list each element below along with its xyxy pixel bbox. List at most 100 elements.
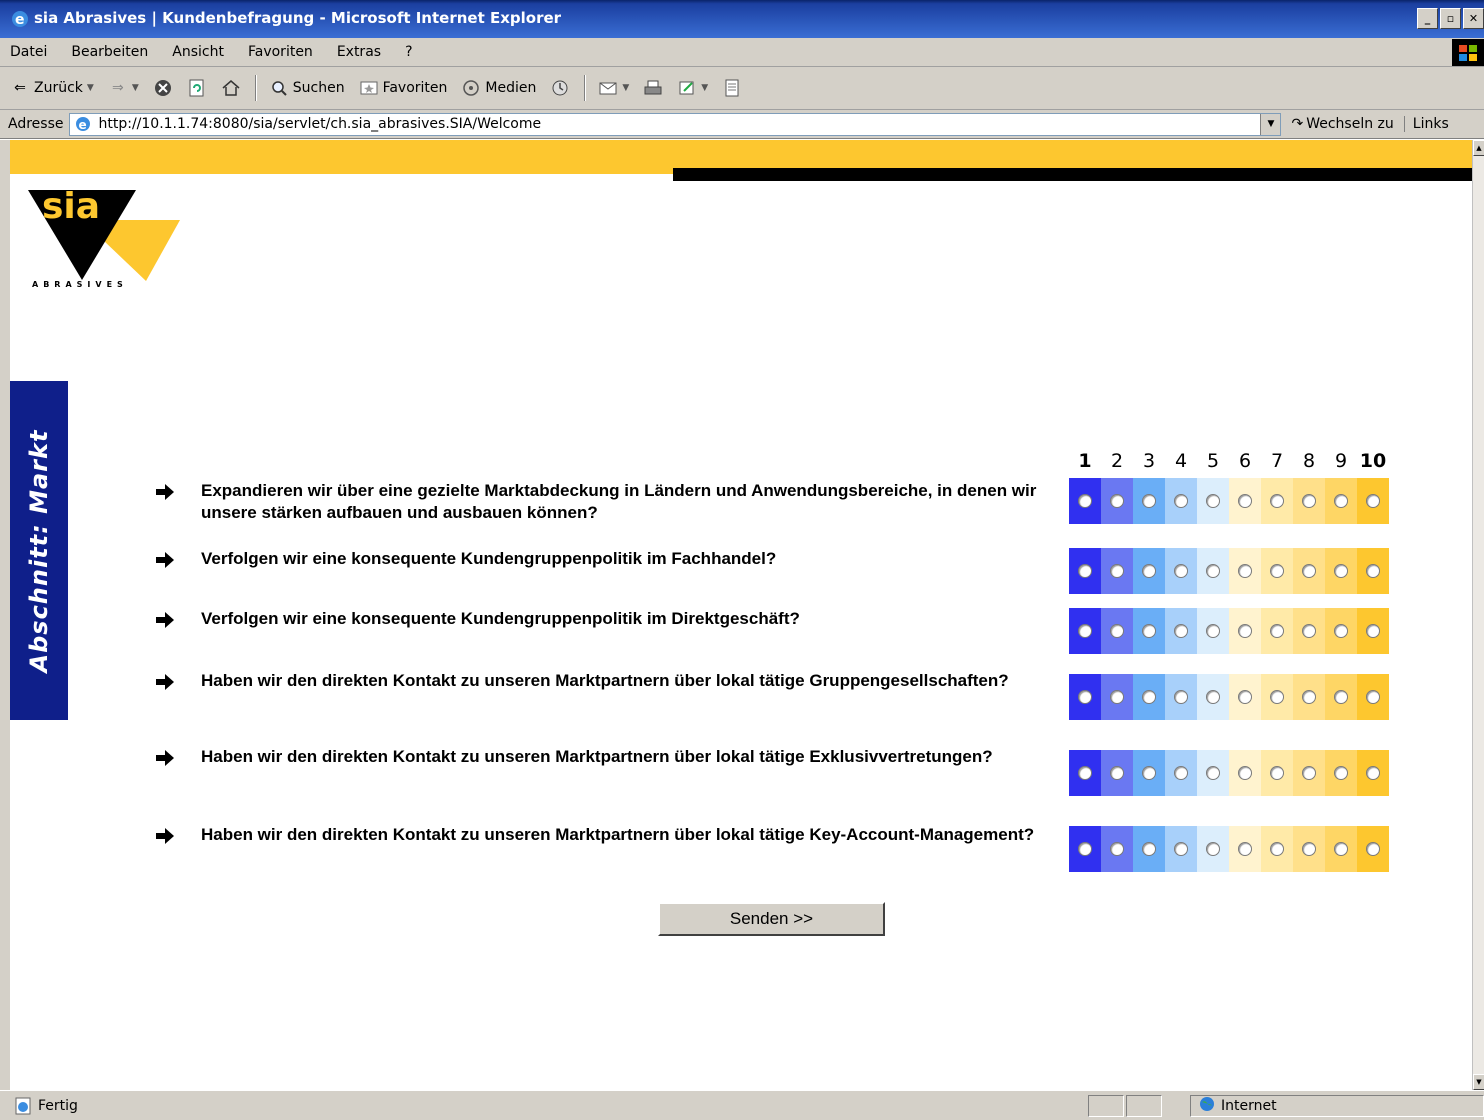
- rating-radio-5[interactable]: [1206, 766, 1220, 780]
- address-input[interactable]: e http://10.1.1.74:8080/sia/servlet/ch.s…: [69, 112, 1282, 136]
- rating-radio-6[interactable]: [1238, 690, 1252, 704]
- close-button[interactable]: ✕: [1463, 8, 1484, 29]
- history-button[interactable]: [550, 78, 570, 98]
- rating-radio-7[interactable]: [1270, 766, 1284, 780]
- rating-radio-10[interactable]: [1366, 766, 1380, 780]
- rating-radio-2[interactable]: [1110, 766, 1124, 780]
- rating-radio-6[interactable]: [1238, 564, 1252, 578]
- rating-radio-8[interactable]: [1302, 690, 1316, 704]
- rating-radio-1[interactable]: [1078, 690, 1092, 704]
- rating-radio-10[interactable]: [1366, 494, 1380, 508]
- rating-radio-5[interactable]: [1206, 564, 1220, 578]
- rating-radio-9[interactable]: [1334, 494, 1348, 508]
- edit-button[interactable]: ▼: [677, 78, 708, 98]
- rating-cell: [1293, 674, 1325, 720]
- rating-radio-9[interactable]: [1334, 624, 1348, 638]
- rating-radio-10[interactable]: [1366, 624, 1380, 638]
- rating-radio-8[interactable]: [1302, 564, 1316, 578]
- rating-radio-1[interactable]: [1078, 494, 1092, 508]
- rating-radio-5[interactable]: [1206, 494, 1220, 508]
- rating-radio-4[interactable]: [1174, 690, 1188, 704]
- rating-radio-1[interactable]: [1078, 842, 1092, 856]
- rating-radio-3[interactable]: [1142, 494, 1156, 508]
- rating-radio-8[interactable]: [1302, 494, 1316, 508]
- stop-button[interactable]: [153, 78, 173, 98]
- menu-help[interactable]: ?: [405, 44, 412, 60]
- go-button[interactable]: ↷ Wechseln zu: [1291, 116, 1393, 132]
- rating-radio-2[interactable]: [1110, 842, 1124, 856]
- arrow-right-icon: [155, 551, 175, 569]
- refresh-button[interactable]: [187, 78, 207, 98]
- rating-radio-3[interactable]: [1142, 766, 1156, 780]
- rating-radio-2[interactable]: [1110, 564, 1124, 578]
- menu-datei[interactable]: Datei: [10, 44, 47, 60]
- maximize-button[interactable]: ▫: [1440, 8, 1461, 29]
- rating-radio-7[interactable]: [1270, 842, 1284, 856]
- home-icon: [221, 78, 241, 98]
- menu-favoriten[interactable]: Favoriten: [248, 44, 313, 60]
- rating-radio-9[interactable]: [1334, 766, 1348, 780]
- vertical-scrollbar[interactable]: ▲ ▼: [1472, 140, 1484, 1090]
- rating-radio-3[interactable]: [1142, 624, 1156, 638]
- rating-radio-3[interactable]: [1142, 564, 1156, 578]
- rating-cell: [1101, 608, 1133, 654]
- minimize-button[interactable]: _: [1417, 8, 1438, 29]
- print-button[interactable]: [643, 78, 663, 98]
- rating-radio-7[interactable]: [1270, 624, 1284, 638]
- rating-radio-9[interactable]: [1334, 842, 1348, 856]
- rating-radio-8[interactable]: [1302, 766, 1316, 780]
- rating-cell: [1101, 750, 1133, 796]
- mail-button[interactable]: ▼: [598, 78, 629, 98]
- scroll-down-icon[interactable]: ▼: [1473, 1074, 1484, 1090]
- menu-ansicht[interactable]: Ansicht: [172, 44, 224, 60]
- media-button[interactable]: Medien: [461, 78, 536, 98]
- rating-radio-1[interactable]: [1078, 564, 1092, 578]
- rating-radio-6[interactable]: [1238, 624, 1252, 638]
- rating-radio-4[interactable]: [1174, 766, 1188, 780]
- rating-radio-5[interactable]: [1206, 624, 1220, 638]
- rating-radio-1[interactable]: [1078, 624, 1092, 638]
- rating-radio-4[interactable]: [1174, 494, 1188, 508]
- favorites-button[interactable]: Favoriten: [359, 78, 447, 98]
- discuss-button[interactable]: [722, 78, 742, 98]
- rating-radio-1[interactable]: [1078, 766, 1092, 780]
- rating-radio-9[interactable]: [1334, 564, 1348, 578]
- forward-button[interactable]: ⇒ ▼: [108, 78, 139, 98]
- address-dropdown-icon[interactable]: ▼: [1260, 113, 1281, 135]
- rating-radio-8[interactable]: [1302, 842, 1316, 856]
- rating-radio-6[interactable]: [1238, 494, 1252, 508]
- menu-bearbeiten[interactable]: Bearbeiten: [71, 44, 148, 60]
- home-button[interactable]: [221, 78, 241, 98]
- rating-radio-3[interactable]: [1142, 690, 1156, 704]
- rating-radio-3[interactable]: [1142, 842, 1156, 856]
- rating-radio-7[interactable]: [1270, 690, 1284, 704]
- forward-arrow-icon: ⇒: [111, 80, 124, 96]
- scale-number: 1: [1078, 450, 1092, 472]
- rating-radio-6[interactable]: [1238, 842, 1252, 856]
- rating-radio-4[interactable]: [1174, 624, 1188, 638]
- rating-radio-9[interactable]: [1334, 690, 1348, 704]
- media-label: Medien: [485, 80, 537, 96]
- rating-radio-4[interactable]: [1174, 842, 1188, 856]
- rating-radio-8[interactable]: [1302, 624, 1316, 638]
- back-button[interactable]: ⇐ Zurück ▼: [10, 78, 94, 98]
- rating-cell: [1293, 548, 1325, 594]
- rating-radio-2[interactable]: [1110, 494, 1124, 508]
- rating-radio-6[interactable]: [1238, 766, 1252, 780]
- scroll-up-icon[interactable]: ▲: [1473, 140, 1484, 156]
- rating-radio-2[interactable]: [1110, 690, 1124, 704]
- rating-radio-10[interactable]: [1366, 564, 1380, 578]
- rating-radio-10[interactable]: [1366, 690, 1380, 704]
- rating-cell: [1325, 478, 1357, 524]
- rating-radio-5[interactable]: [1206, 842, 1220, 856]
- rating-radio-10[interactable]: [1366, 842, 1380, 856]
- rating-radio-7[interactable]: [1270, 494, 1284, 508]
- rating-radio-4[interactable]: [1174, 564, 1188, 578]
- search-button[interactable]: Suchen: [269, 78, 345, 98]
- rating-radio-5[interactable]: [1206, 690, 1220, 704]
- links-button[interactable]: Links: [1403, 116, 1449, 132]
- rating-radio-2[interactable]: [1110, 624, 1124, 638]
- rating-radio-7[interactable]: [1270, 564, 1284, 578]
- menu-extras[interactable]: Extras: [337, 44, 381, 60]
- submit-button[interactable]: Senden >>: [658, 902, 885, 936]
